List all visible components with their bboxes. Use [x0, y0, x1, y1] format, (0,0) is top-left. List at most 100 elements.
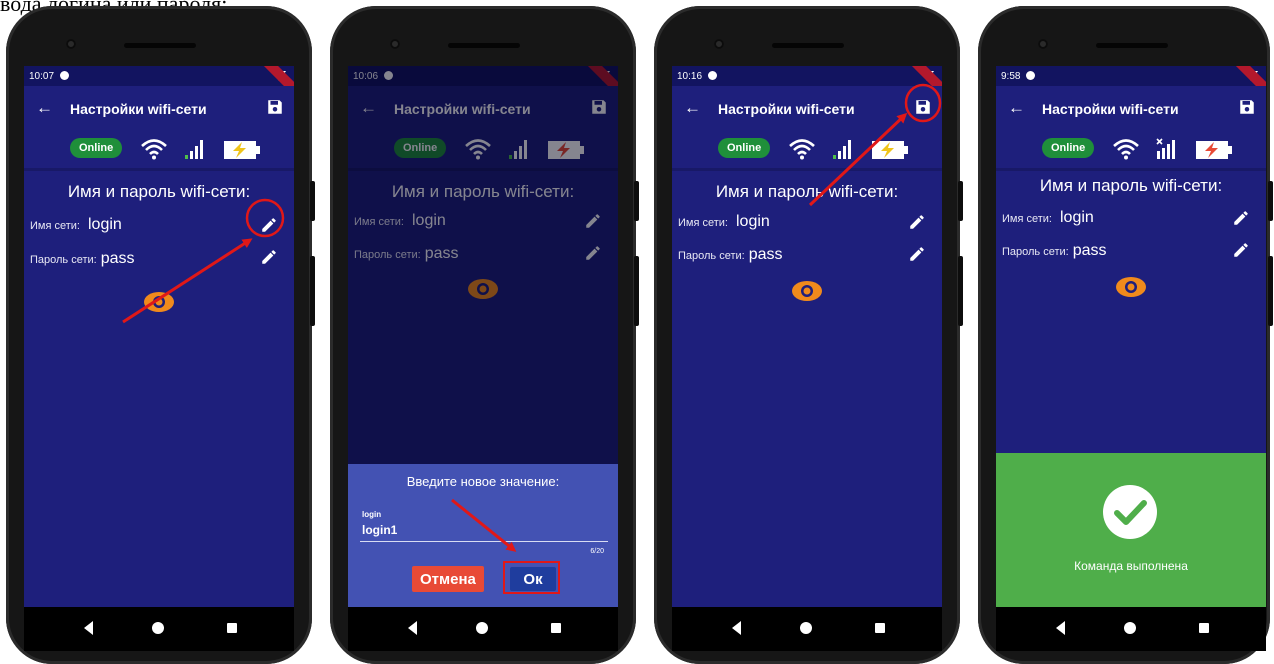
new-value-input[interactable] — [360, 519, 608, 542]
status-indicators: Online — [672, 132, 942, 168]
network-name-row: Имя сети: login — [678, 213, 770, 231]
success-panel: Команда выполнена — [996, 453, 1266, 607]
network-password-value: pass — [748, 246, 783, 263]
network-name-value: login — [735, 213, 770, 230]
eye-icon[interactable] — [1115, 276, 1147, 298]
volume-button — [1268, 256, 1273, 326]
wifi-icon — [789, 139, 815, 160]
network-name-row: Имя сети: login — [1002, 209, 1094, 227]
phone-3: 10:16 ← Настройки wifi-сети Online Имя и… — [654, 6, 963, 664]
wifi-icon — [1113, 139, 1139, 160]
battery-charging-icon — [1196, 141, 1232, 159]
network-password-row: Пароль сети: pass — [678, 246, 783, 264]
cancel-button[interactable]: Отмена — [412, 566, 484, 592]
nav-back-button[interactable] — [408, 621, 417, 635]
success-message: Команда выполнена — [1074, 559, 1188, 573]
network-name-label: Имя сети: — [30, 220, 80, 232]
nav-back-button[interactable] — [732, 621, 741, 635]
section-heading: Имя и пароль wifi-сети: — [715, 182, 899, 201]
battery-charging-icon — [872, 141, 908, 159]
wifi-icon — [141, 139, 167, 160]
check-circle-icon — [1103, 485, 1157, 539]
section-divider — [996, 168, 1266, 171]
nav-home-button[interactable] — [476, 622, 488, 634]
edit-value-dialog: Введите новое значение: login 6/20 Отмен… — [348, 464, 618, 607]
section-divider — [24, 168, 294, 171]
nav-home-button[interactable] — [1124, 622, 1136, 634]
phone-screen: 10:06 ← Настройки wifi-сети Online Имя и… — [348, 66, 618, 651]
network-password-row: Пароль сети: pass — [1002, 242, 1107, 260]
app-bar: ← Настройки wifi-сети — [672, 86, 942, 132]
page-title: Настройки wifi-сети — [1042, 101, 1179, 117]
edit-name-icon[interactable] — [1232, 209, 1250, 227]
nav-back-button[interactable] — [1056, 621, 1065, 635]
nav-back-button[interactable] — [84, 621, 93, 635]
eye-icon[interactable] — [143, 291, 175, 313]
notification-icon — [1026, 71, 1035, 80]
edit-password-icon[interactable] — [1232, 241, 1250, 259]
notification-icon — [708, 71, 717, 80]
volume-button — [634, 256, 639, 326]
phone-screen: 10:07 ← Настройки wifi-сети Online Имя и… — [24, 66, 294, 651]
network-password-row: Пароль сети: pass — [30, 250, 135, 268]
phone-screen: 9:58 ← Настройки wifi-сети Online Имя и … — [996, 66, 1266, 651]
front-camera — [390, 39, 400, 49]
page-title: Настройки wifi-сети — [70, 101, 207, 117]
edit-name-icon[interactable] — [908, 213, 926, 231]
eye-icon[interactable] — [791, 280, 823, 302]
network-name-row: Имя сети: login — [30, 216, 122, 234]
network-password-label: Пароль сети: — [678, 250, 745, 262]
network-password-value: pass — [100, 250, 135, 267]
app-bar: ← Настройки wifi-сети — [24, 86, 294, 132]
power-button — [310, 181, 315, 221]
earpiece-speaker — [124, 43, 196, 48]
status-bar: 10:07 — [24, 66, 294, 99]
nav-recents-button[interactable] — [1199, 623, 1209, 633]
status-time: 10:16 — [677, 71, 703, 82]
signal-icon — [185, 140, 203, 159]
edit-password-icon[interactable] — [908, 245, 926, 263]
ok-button-highlight — [503, 561, 560, 594]
front-camera — [1038, 39, 1048, 49]
edit-password-icon[interactable] — [260, 248, 278, 266]
android-nav-bar — [996, 607, 1266, 651]
section-heading: Имя и пароль wifi-сети: — [67, 182, 251, 201]
notification-icon — [60, 71, 69, 80]
save-icon[interactable] — [1238, 98, 1256, 116]
arrow-back-icon[interactable]: ← — [36, 98, 53, 118]
signal-icon — [833, 140, 851, 159]
status-bar: 9:58 — [996, 66, 1266, 99]
phone-2: 10:06 ← Настройки wifi-сети Online Имя и… — [330, 6, 639, 664]
nav-home-button[interactable] — [800, 622, 812, 634]
nav-home-button[interactable] — [152, 622, 164, 634]
network-password-label: Пароль сети: — [30, 254, 97, 266]
arrow-back-icon[interactable]: ← — [684, 98, 701, 118]
save-icon[interactable] — [266, 98, 284, 116]
volume-button — [310, 256, 315, 326]
status-indicators: Online — [996, 132, 1266, 168]
nav-recents-button[interactable] — [551, 623, 561, 633]
phone-4: 9:58 ← Настройки wifi-сети Online Имя и … — [978, 6, 1273, 664]
save-icon[interactable] — [914, 98, 932, 116]
nav-recents-button[interactable] — [875, 623, 885, 633]
status-time: 9:58 — [1001, 71, 1021, 82]
online-badge: Online — [70, 138, 123, 158]
section-heading: Имя и пароль wifi-сети: — [1039, 176, 1223, 195]
char-counter: 6/20 — [590, 548, 604, 555]
page-title: Настройки wifi-сети — [718, 101, 855, 117]
phone-screen: 10:16 ← Настройки wifi-сети Online Имя и… — [672, 66, 942, 651]
network-name-value: login — [1059, 209, 1094, 226]
nav-recents-button[interactable] — [227, 623, 237, 633]
arrow-back-icon[interactable]: ← — [1008, 98, 1025, 118]
edit-name-icon[interactable] — [260, 216, 278, 234]
network-name-label: Имя сети: — [678, 217, 728, 229]
front-camera — [66, 39, 76, 49]
power-button — [958, 181, 963, 221]
section-divider — [672, 168, 942, 171]
volume-button — [958, 256, 963, 326]
android-nav-bar — [348, 607, 618, 651]
power-button — [634, 181, 639, 221]
online-badge: Online — [1042, 138, 1095, 158]
field-label: login — [362, 510, 382, 519]
android-nav-bar — [24, 607, 294, 651]
